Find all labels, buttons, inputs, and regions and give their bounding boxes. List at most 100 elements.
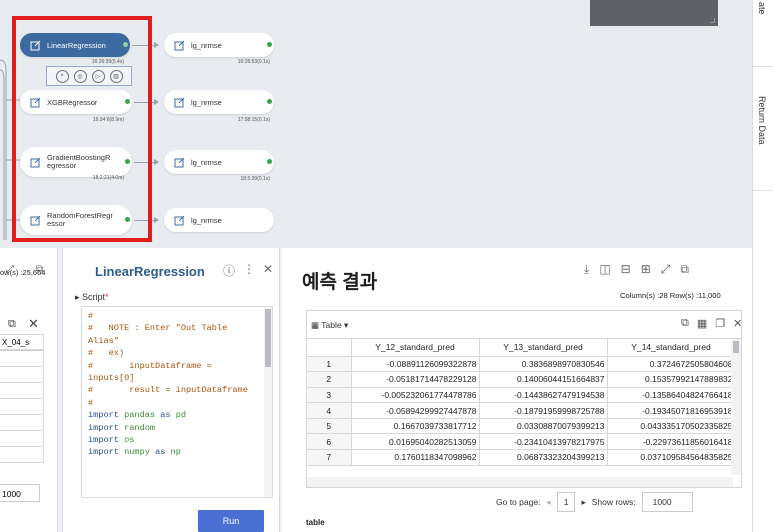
table-cell: 0.06873323204399213 [479, 449, 608, 466]
side-tab-update[interactable]: ate [757, 2, 767, 15]
table-cell: -0.14438627479194538 [479, 387, 608, 404]
help-icon[interactable]: ⓘ [223, 262, 235, 279]
table-row[interactable]: 6 0.01695040282513059 -0.23410413978217975… [307, 433, 736, 451]
table-cell: -0.22973611856016418 [607, 433, 736, 451]
table-cell: 0.03308870079399213 [479, 418, 608, 435]
table-cell: 3 [307, 387, 352, 404]
grid-layout-icon[interactable]: ⊞ [641, 262, 651, 277]
table-cell: 7 [307, 449, 352, 466]
code-editor[interactable]: # # NOTE : Enter "Out Table Alias" # ex) # i… [81, 306, 273, 498]
node-lg-nrmse[interactable]: lg_nrmse [164, 33, 274, 57]
code-line: Alias" [88, 335, 119, 346]
panel-icons: ⓘ ⋮ ✕ [223, 262, 273, 279]
tab-table[interactable]: table [306, 518, 325, 527]
side-separator [753, 190, 773, 191]
table-horizontal-scrollbar[interactable] [307, 477, 733, 487]
panel-title: LinearRegression [95, 264, 205, 279]
table-row[interactable]: 3 -0.005232061774478786 -0.144386274791945… [307, 387, 736, 404]
column-header[interactable]: Y_12_standard_pred [351, 339, 480, 357]
table-cell: -0.08891126099322878 [351, 356, 480, 373]
code-line: # [88, 397, 94, 408]
code-scrollbar[interactable] [264, 307, 272, 497]
left-result-panel: ⤢ ⧉ ow(s) :25,664 ⧉ ✕ X_04_s 1000 [0, 248, 58, 532]
panel-title: 예측 결과 [302, 272, 378, 293]
page-input[interactable]: 1 [556, 492, 576, 512]
node-label: lg_nrmse [191, 97, 222, 107]
goto-label: Go to page: [496, 497, 541, 507]
node-time: 18:5:39(0.1s) [240, 176, 270, 182]
node-lg-nrmse[interactable]: lg_nrmse [164, 208, 274, 232]
copy-icon[interactable]: ⧉ [8, 318, 16, 331]
table-cell: 2 [307, 371, 352, 388]
side-tab-return-data[interactable]: Return Data [757, 96, 767, 145]
edit-icon [174, 215, 185, 226]
add-icon[interactable]: ⧉ [681, 317, 689, 330]
table-row[interactable]: 5 0.1667039733817712 0.03308870079399213 0.… [307, 418, 736, 435]
table-cell: -0.005232061774478786 [351, 387, 480, 404]
minimap-panel[interactable] [590, 0, 718, 26]
table-cell: -0.18791959998725788 [479, 402, 608, 419]
code-line: inputs[0] [88, 373, 135, 384]
table-cell: 0.1760118347098962 [351, 449, 480, 466]
table-row[interactable]: 4 -0.05894299927447878 -0.1879195999872578… [307, 402, 736, 419]
workflow-canvas[interactable]: LinearRegression 16:26:39(5.4s) × ◎ ▷ ▥ … [0, 0, 752, 248]
code-line: # inputDataframe = [88, 360, 212, 371]
left-table [0, 350, 44, 463]
node-lg-nrmse[interactable]: lg_nrmse [164, 90, 274, 114]
table-icons: ⧉ ▦ ❐ ✕ [681, 317, 742, 330]
rows-select[interactable]: 1000 [641, 492, 693, 512]
table-row[interactable]: 1 -0.08891126099322878 0.3836898970830546 0… [307, 356, 736, 373]
highlight-box [12, 16, 152, 242]
split-vertical-icon[interactable]: ◫ [599, 262, 610, 277]
pagination: Go to page: ◂ 1 ▸ Show rows: 1000 [496, 492, 693, 512]
more-icon[interactable]: ⋮ [243, 262, 255, 279]
expand-icon[interactable]: ⤢ [661, 262, 671, 277]
grid-icon[interactable]: ▦ [697, 317, 707, 330]
page-size-select[interactable]: 1000 [0, 484, 40, 502]
table-cell: 0.1667039733817712 [351, 418, 480, 435]
copy-icon[interactable]: ❐ [715, 317, 725, 330]
code-line: # ex) [88, 348, 125, 359]
split-horizontal-icon[interactable]: ⊟ [621, 262, 631, 277]
table-cell: 4 [307, 402, 352, 419]
column-header[interactable]: X_04_s [0, 334, 44, 350]
table-view-select[interactable]: ▦ Table ▾ [311, 320, 348, 331]
table-row[interactable]: 7 0.1760118347098962 0.06873323204399213 0.… [307, 449, 736, 466]
download-icon[interactable]: ⤓ [584, 262, 589, 277]
table-meta: Column(s) :28 Row(s) :11,000 [620, 291, 721, 300]
column-header[interactable]: Y_13_standard_pred [479, 339, 608, 357]
node-lg-nrmse[interactable]: lg_nrmse [164, 150, 274, 174]
status-dot [267, 42, 272, 47]
code-line: # NOTE : Enter "Out Table [88, 323, 228, 334]
prev-page-icon[interactable]: ◂ [546, 497, 550, 508]
table-cell: -0.13586404824766418 [607, 387, 736, 404]
next-page-icon[interactable]: ▸ [581, 497, 585, 508]
table-row[interactable]: 2 -0.05181714478229128 0.14006044151664837… [307, 371, 736, 388]
table-toolbar: ▦ Table ▾ ⧉ ▦ ❐ ✕ [306, 310, 742, 338]
popout-icon[interactable]: ⧉ [680, 262, 689, 277]
close-icon[interactable]: ✕ [733, 317, 742, 330]
column-header[interactable]: Y_14_standard_pred [607, 339, 736, 357]
code-line: import os [88, 435, 135, 446]
run-button[interactable]: Run [198, 510, 264, 532]
code-line: import random [88, 422, 156, 433]
table-cell: -0.23410413978217975 [479, 433, 608, 451]
edit-icon [174, 40, 185, 51]
script-label[interactable]: ▸ Script* [75, 292, 109, 303]
close-icon[interactable]: ✕ [28, 316, 39, 332]
table-vertical-scrollbar[interactable] [731, 339, 741, 475]
close-icon[interactable]: ✕ [263, 262, 273, 279]
column-header[interactable] [307, 339, 352, 357]
panel-icons: ⤓ ◫ ⊟ ⊞ ⤢ ⧉ [584, 262, 689, 277]
required-mark: * [105, 292, 109, 302]
status-dot [267, 159, 272, 164]
side-tab-strip: ate Return Data [752, 0, 773, 532]
row-count: ow(s) :25,664 [0, 268, 46, 277]
node-time: 16:26:53(0.1s) [237, 59, 270, 65]
status-dot [267, 99, 272, 104]
show-rows-label: Show rows: [591, 497, 636, 507]
node-time: 17:58:15(0.1s) [237, 117, 270, 123]
script-label-text: Script [82, 292, 106, 302]
table-cell: -0.05894299927447878 [351, 402, 480, 419]
prediction-result-panel: 예측 결과 ⤓ ◫ ⊟ ⊞ ⤢ ⧉ Column(s) :28 Row(s) :… [282, 248, 752, 532]
